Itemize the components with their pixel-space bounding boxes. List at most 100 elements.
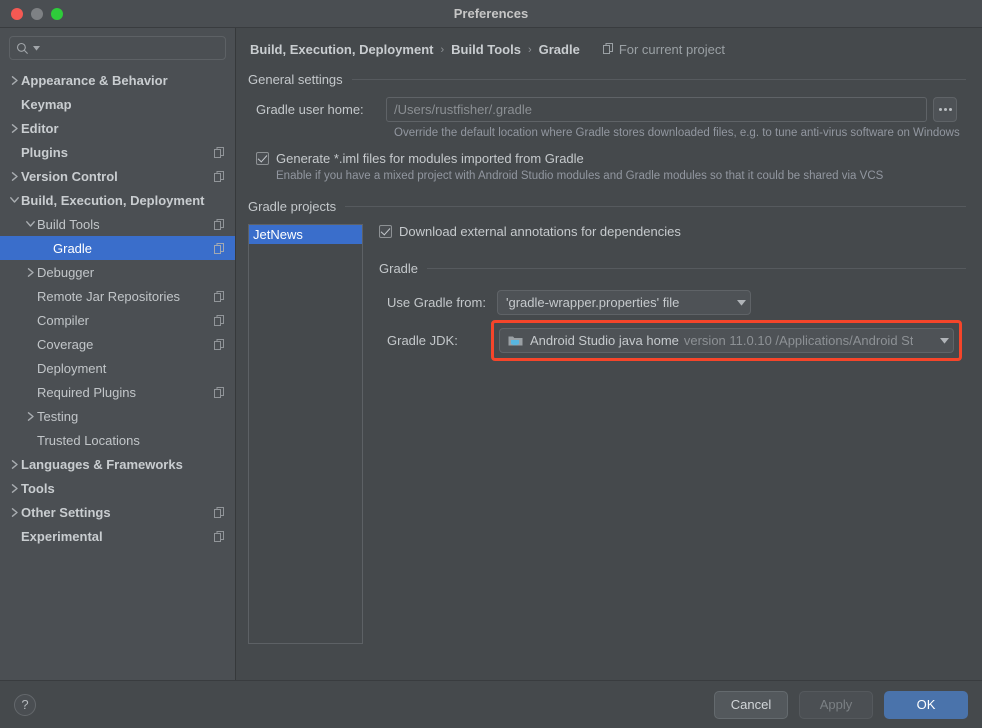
apply-button[interactable]: Apply	[799, 691, 873, 719]
sidebar-item-required-plugins[interactable]: Required Plugins	[0, 380, 235, 404]
section-divider	[352, 79, 966, 80]
search-input[interactable]	[44, 41, 219, 55]
settings-content: General settings Gradle user home: /User…	[236, 72, 982, 644]
gradle-jdk-value-primary: Android Studio java home	[530, 333, 679, 348]
sidebar-item-deployment[interactable]: Deployment	[0, 356, 235, 380]
project-scope-icon	[603, 42, 614, 57]
chevron-right-icon[interactable]	[8, 172, 21, 181]
chevron-right-icon[interactable]	[24, 412, 37, 421]
sidebar-item-remote-jar-repositories[interactable]: Remote Jar Repositories	[0, 284, 235, 308]
generate-iml-hint: Enable if you have a mixed project with …	[276, 169, 896, 184]
preferences-dialog: Preferences Appearan	[0, 0, 982, 728]
sidebar-item-gradle[interactable]: Gradle	[0, 236, 235, 260]
sidebar-item-debugger[interactable]: Debugger	[0, 260, 235, 284]
sidebar-item-label: Remote Jar Repositories	[37, 289, 180, 304]
project-scope-icon	[214, 147, 225, 158]
gradle-user-home-row: Gradle user home: /Users/rustfisher/.gra…	[248, 97, 966, 122]
sidebar-item-coverage[interactable]: Coverage	[0, 332, 235, 356]
sidebar-item-label: Experimental	[21, 529, 103, 544]
search-box[interactable]	[9, 36, 226, 60]
gradle-user-home-input[interactable]: /Users/rustfisher/.gradle	[386, 97, 927, 122]
download-annotations-label: Download external annotations for depend…	[399, 224, 681, 239]
sidebar-item-label: Version Control	[21, 169, 118, 184]
gradle-projects-header: Gradle projects	[248, 199, 966, 214]
settings-tree[interactable]: Appearance & Behavior Keymap EditorPlugins…	[0, 66, 235, 680]
generate-iml-checkbox[interactable]	[256, 152, 269, 165]
project-scope-label: For current project	[603, 42, 725, 57]
sidebar-item-label: Trusted Locations	[37, 433, 140, 448]
minimize-button[interactable]	[31, 8, 43, 20]
use-gradle-from-value: 'gradle-wrapper.properties' file	[506, 295, 679, 310]
gradle-jdk-select[interactable]: Android Studio java home version 11.0.10…	[499, 328, 954, 353]
help-button[interactable]: ?	[14, 694, 36, 716]
gradle-jdk-highlight-box: Android Studio java home version 11.0.10…	[491, 320, 962, 361]
close-button[interactable]	[11, 8, 23, 20]
sidebar-item-label: Other Settings	[21, 505, 111, 520]
zoom-button[interactable]	[51, 8, 63, 20]
sidebar-item-build-tools[interactable]: Build Tools	[0, 212, 235, 236]
breadcrumb: Build, Execution, Deployment › Build Too…	[236, 28, 982, 57]
use-gradle-from-label: Use Gradle from:	[387, 295, 497, 310]
chevron-right-icon[interactable]	[8, 508, 21, 517]
sidebar-item-version-control[interactable]: Version Control	[0, 164, 235, 188]
sidebar-item-keymap[interactable]: Keymap	[0, 92, 235, 116]
sidebar-item-build-execution-deployment[interactable]: Build, Execution, Deployment	[0, 188, 235, 212]
breadcrumb-separator: ›	[528, 44, 532, 56]
breadcrumb-item-2[interactable]: Gradle	[539, 42, 580, 57]
project-scope-icon	[214, 171, 225, 182]
gradle-user-home-hint: Override the default location where Grad…	[394, 126, 966, 141]
chevron-right-icon[interactable]	[8, 76, 21, 85]
chevron-down-icon	[729, 300, 746, 306]
gradle-subsection-header: Gradle	[379, 261, 966, 276]
gradle-project-detail: Download external annotations for depend…	[363, 224, 966, 644]
gradle-project-list[interactable]: JetNews	[248, 224, 363, 644]
sidebar-item-tools[interactable]: Tools	[0, 476, 235, 500]
gradle-user-home-label: Gradle user home:	[256, 102, 386, 117]
download-annotations-checkbox[interactable]	[379, 225, 392, 238]
chevron-down-icon[interactable]	[8, 196, 21, 204]
sidebar-item-label: Build Tools	[37, 217, 100, 232]
ok-button[interactable]: OK	[884, 691, 968, 719]
chevron-down-icon[interactable]	[24, 220, 37, 228]
sidebar-item-testing[interactable]: Testing	[0, 404, 235, 428]
chevron-down-icon	[932, 338, 949, 344]
window-controls	[0, 8, 63, 20]
use-gradle-from-select[interactable]: 'gradle-wrapper.properties' file	[497, 290, 751, 315]
chevron-right-icon[interactable]	[8, 124, 21, 133]
chevron-right-icon[interactable]	[8, 460, 21, 469]
sidebar-item-label: Tools	[21, 481, 55, 496]
use-gradle-from-row: Use Gradle from: 'gradle-wrapper.propert…	[379, 290, 966, 315]
project-scope-text: For current project	[619, 42, 725, 57]
sidebar-item-label: Keymap	[21, 97, 72, 112]
gradle-user-home-browse-button[interactable]	[933, 97, 957, 122]
sidebar-item-label: Coverage	[37, 337, 93, 352]
sidebar-item-editor[interactable]: Editor	[0, 116, 235, 140]
sidebar-item-languages-frameworks[interactable]: Languages & Frameworks	[0, 452, 235, 476]
sidebar-item-trusted-locations[interactable]: Trusted Locations	[0, 428, 235, 452]
gradle-jdk-label: Gradle JDK:	[387, 333, 491, 348]
sidebar-item-plugins[interactable]: Plugins	[0, 140, 235, 164]
cancel-button[interactable]: Cancel	[714, 691, 788, 719]
sidebar-item-appearance-behavior[interactable]: Appearance & Behavior	[0, 68, 235, 92]
chevron-right-icon[interactable]	[8, 484, 21, 493]
dialog-footer: ? Cancel Apply OK	[0, 680, 982, 728]
gradle-projects-title: Gradle projects	[248, 199, 336, 214]
sidebar-item-compiler[interactable]: Compiler	[0, 308, 235, 332]
project-scope-icon	[214, 219, 225, 230]
footer-actions: Cancel Apply OK	[714, 691, 968, 719]
search-icon	[16, 42, 29, 55]
folder-icon	[508, 334, 523, 347]
general-settings-title: General settings	[248, 72, 343, 87]
breadcrumb-item-0[interactable]: Build, Execution, Deployment	[250, 42, 433, 57]
download-annotations-row[interactable]: Download external annotations for depend…	[379, 224, 966, 239]
sidebar-item-other-settings[interactable]: Other Settings	[0, 500, 235, 524]
search-dropdown-icon[interactable]	[33, 46, 40, 51]
project-scope-icon	[214, 315, 225, 326]
generate-iml-row[interactable]: Generate *.iml files for modules importe…	[256, 151, 966, 166]
breadcrumb-item-1[interactable]: Build Tools	[451, 42, 521, 57]
list-item[interactable]: JetNews	[249, 225, 362, 244]
chevron-right-icon[interactable]	[24, 268, 37, 277]
sidebar-item-experimental[interactable]: Experimental	[0, 524, 235, 548]
generate-iml-label: Generate *.iml files for modules importe…	[276, 151, 584, 166]
sidebar-item-label: Languages & Frameworks	[21, 457, 183, 472]
